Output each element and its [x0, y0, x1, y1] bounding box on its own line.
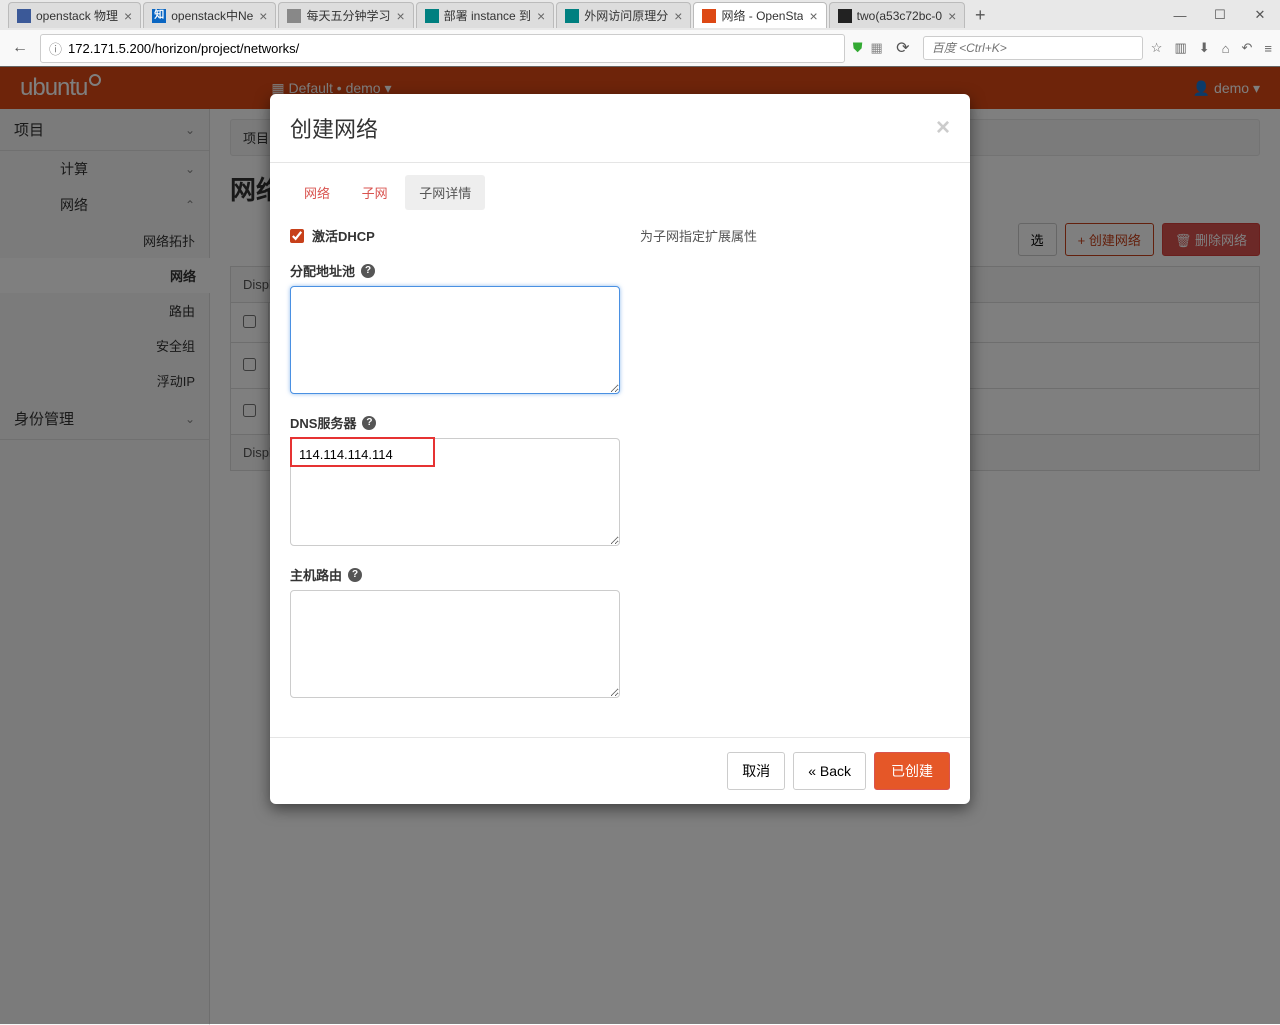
- url-field[interactable]: ⓘ: [40, 34, 845, 63]
- close-icon[interactable]: ×: [396, 8, 404, 24]
- dhcp-checkbox-label[interactable]: 激活DHCP: [290, 226, 620, 245]
- browser-tab[interactable]: 每天五分钟学习×: [278, 2, 413, 28]
- close-icon[interactable]: ×: [124, 8, 132, 24]
- dns-servers-input[interactable]: 114.114.114.114: [290, 438, 620, 546]
- maximize-icon[interactable]: ☐: [1200, 0, 1240, 30]
- help-icon[interactable]: ?: [348, 568, 362, 582]
- new-tab-button[interactable]: +: [967, 2, 993, 28]
- close-icon[interactable]: ×: [936, 114, 950, 142]
- browser-tab[interactable]: 部署 instance 到×: [416, 2, 555, 28]
- allocation-pool-label: 分配地址池?: [290, 261, 620, 280]
- url-bar: ← ⓘ ⛊ ▦ ⟳ ☆ ▥ ⬇ ⌂ ↶ ≡: [0, 30, 1280, 66]
- modal-description: 为子网指定扩展属性: [620, 226, 950, 717]
- close-icon[interactable]: ×: [809, 8, 817, 24]
- window-controls: — ☐ ✕: [1160, 0, 1280, 30]
- close-icon[interactable]: ×: [259, 8, 267, 24]
- close-window-icon[interactable]: ✕: [1240, 0, 1280, 30]
- favicon-icon: [425, 9, 439, 23]
- shield-icon[interactable]: ⛊: [853, 40, 863, 56]
- close-icon[interactable]: ×: [948, 8, 956, 24]
- info-icon[interactable]: ⓘ: [49, 39, 62, 58]
- search-input[interactable]: [923, 36, 1143, 60]
- browser-tab[interactable]: 外网访问原理分×: [556, 2, 691, 28]
- browser-tab[interactable]: 知openstack中Ne×: [143, 2, 276, 28]
- menu-icon[interactable]: ≡: [1264, 41, 1272, 56]
- tab-network[interactable]: 网络: [290, 175, 344, 210]
- dhcp-checkbox[interactable]: [290, 229, 304, 243]
- qr-icon[interactable]: ▦: [870, 40, 882, 56]
- history-icon[interactable]: ↶: [1242, 40, 1253, 56]
- minimize-icon[interactable]: —: [1160, 0, 1200, 30]
- close-icon[interactable]: ×: [674, 8, 682, 24]
- browser-tab[interactable]: two(a53c72bc-0×: [829, 2, 966, 28]
- tab-subnet-details[interactable]: 子网详情: [405, 175, 485, 210]
- download-icon[interactable]: ⬇: [1199, 40, 1210, 56]
- host-routes-label: 主机路由?: [290, 565, 620, 584]
- back-icon[interactable]: ←: [8, 36, 32, 60]
- favicon-icon: [565, 9, 579, 23]
- favicon-icon: [17, 9, 31, 23]
- help-icon[interactable]: ?: [361, 264, 375, 278]
- star-icon[interactable]: ☆: [1151, 40, 1163, 56]
- back-button[interactable]: « Back: [793, 752, 866, 790]
- submit-button[interactable]: 已创建: [874, 752, 950, 790]
- close-icon[interactable]: ×: [537, 8, 545, 24]
- cancel-button[interactable]: 取消: [727, 752, 785, 790]
- help-icon[interactable]: ?: [362, 416, 376, 430]
- modal-tabs: 网络 子网 子网详情: [270, 163, 970, 210]
- reload-icon[interactable]: ⟳: [891, 36, 915, 60]
- dns-servers-label: DNS服务器?: [290, 413, 620, 432]
- browser-tab-active[interactable]: 网络 - OpenSta×: [693, 2, 826, 28]
- modal-title: 创建网络: [290, 112, 378, 144]
- url-input[interactable]: [68, 41, 836, 56]
- create-network-modal: 创建网络 × 网络 子网 子网详情 激活DHCP 分配地址池? DNS服务器? …: [270, 94, 970, 804]
- library-icon[interactable]: ▥: [1174, 40, 1186, 56]
- tab-subnet[interactable]: 子网: [348, 175, 402, 210]
- home-icon[interactable]: ⌂: [1222, 41, 1230, 56]
- browser-chrome: openstack 物理× 知openstack中Ne× 每天五分钟学习× 部署…: [0, 0, 1280, 67]
- favicon-icon: [287, 9, 301, 23]
- favicon-icon: 知: [152, 9, 166, 23]
- allocation-pool-input[interactable]: [290, 286, 620, 394]
- tab-bar: openstack 物理× 知openstack中Ne× 每天五分钟学习× 部署…: [0, 0, 1280, 30]
- favicon-icon: [838, 9, 852, 23]
- host-routes-input[interactable]: [290, 590, 620, 698]
- browser-tab[interactable]: openstack 物理×: [8, 2, 141, 28]
- favicon-icon: [702, 9, 716, 23]
